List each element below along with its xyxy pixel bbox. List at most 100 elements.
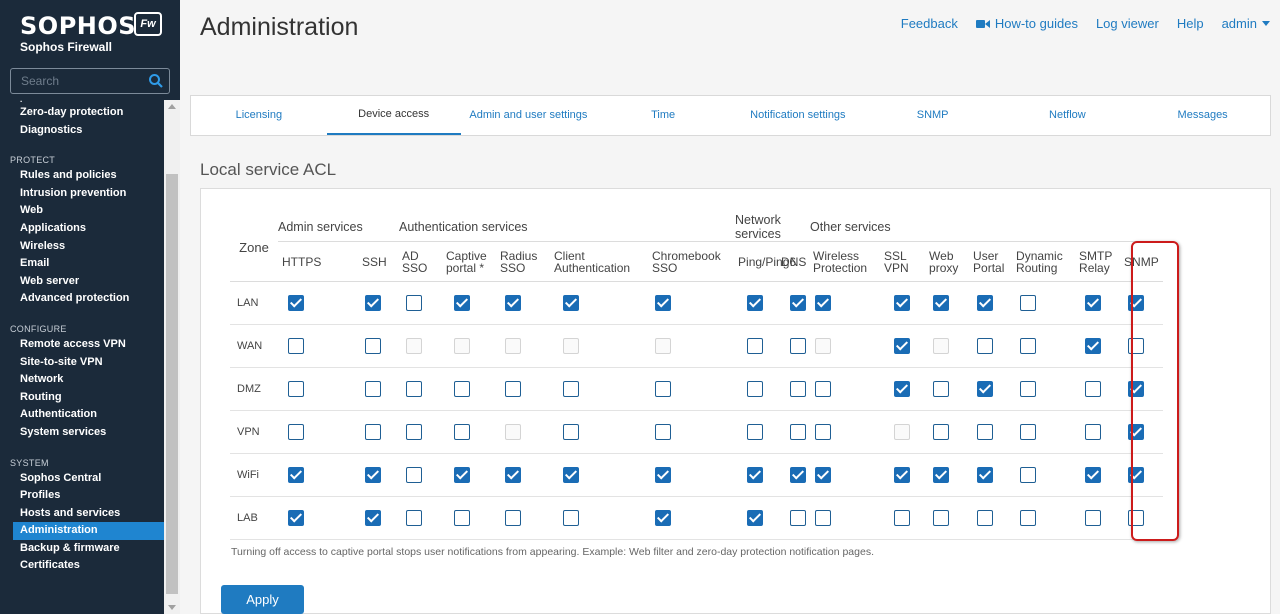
checkbox-wan-https[interactable] [288,338,304,354]
how-to-guides-link[interactable]: How-to guides [975,16,1078,31]
checkbox-lab-wireless-protection[interactable] [815,510,832,526]
checkbox-dmz-radius-sso[interactable] [505,381,521,397]
checkbox-dmz-smtp-relay[interactable] [1085,381,1102,397]
checkbox-vpn-dns[interactable] [790,424,807,440]
checkbox-lan-chromebook-sso[interactable] [655,295,671,311]
checkbox-dmz-dns[interactable] [790,381,807,397]
checkbox-lab-ad-sso[interactable] [406,510,422,526]
checkbox-wan-dns[interactable] [790,338,807,354]
checkbox-dmz-ping-ping6[interactable] [747,381,764,397]
checkbox-vpn-client-authentication[interactable] [563,424,579,440]
checkbox-wan-ping-ping6[interactable] [747,338,764,354]
checkbox-lab-chromebook-sso[interactable] [655,510,671,526]
checkbox-dmz-snmp[interactable] [1128,381,1145,397]
checkbox-lab-snmp[interactable] [1128,510,1145,526]
checkbox-lan-captive-portal[interactable] [454,295,470,311]
checkbox-wan-snmp[interactable] [1128,338,1145,354]
checkbox-lab-ping-ping6[interactable] [747,510,764,526]
checkbox-vpn-dynamic-routing[interactable] [1020,424,1037,440]
checkbox-wifi-dynamic-routing[interactable] [1020,467,1037,483]
checkbox-wan-ssl-vpn[interactable] [894,338,911,354]
checkbox-lab-captive-portal[interactable] [454,510,470,526]
checkbox-lan-user-portal[interactable] [977,295,994,311]
sidebar-item-site-to-site-vpn[interactable]: Site-to-site VPN [0,354,164,372]
checkbox-lan-client-authentication[interactable] [563,295,579,311]
feedback-link[interactable]: Feedback [901,16,958,31]
checkbox-wifi-ssh[interactable] [365,467,381,483]
sidebar-item-wireless[interactable]: Wireless [0,238,164,256]
checkbox-dmz-ssh[interactable] [365,381,381,397]
search-icon[interactable] [148,73,164,89]
checkbox-vpn-web-proxy[interactable] [933,424,950,440]
tab-notification-settings[interactable]: Notification settings [730,96,866,135]
checkbox-dmz-chromebook-sso[interactable] [655,381,671,397]
sidebar-item-routing[interactable]: Routing [0,389,164,407]
checkbox-vpn-wireless-protection[interactable] [815,424,832,440]
checkbox-lab-user-portal[interactable] [977,510,994,526]
checkbox-lan-wireless-protection[interactable] [815,295,832,311]
checkbox-vpn-https[interactable] [288,424,304,440]
sidebar-item-zero-day-protection[interactable]: Zero-day protection [0,104,164,122]
sidebar-scrollbar[interactable] [164,100,180,614]
checkbox-lan-snmp[interactable] [1128,295,1145,311]
sidebar-item-authentication[interactable]: Authentication [0,406,164,424]
checkbox-wifi-client-authentication[interactable] [563,467,579,483]
scroll-down-arrow-icon[interactable] [168,605,176,610]
checkbox-lab-client-authentication[interactable] [563,510,579,526]
checkbox-vpn-snmp[interactable] [1128,424,1145,440]
checkbox-lan-ad-sso[interactable] [406,295,422,311]
sidebar-item-web-server[interactable]: Web server [0,273,164,291]
sidebar-item-network[interactable]: Network [0,371,164,389]
checkbox-lan-https[interactable] [288,295,304,311]
checkbox-vpn-chromebook-sso[interactable] [655,424,671,440]
checkbox-lan-smtp-relay[interactable] [1085,295,1102,311]
sidebar-item-intrusion-prevention[interactable]: Intrusion prevention [0,185,164,203]
checkbox-lan-radius-sso[interactable] [505,295,521,311]
checkbox-dmz-wireless-protection[interactable] [815,381,832,397]
log-viewer-link[interactable]: Log viewer [1096,16,1159,31]
tab-netflow[interactable]: Netflow [1000,96,1136,135]
scroll-up-arrow-icon[interactable] [168,104,176,109]
tab-device-access[interactable]: Device access [326,96,461,135]
checkbox-lan-dynamic-routing[interactable] [1020,295,1037,311]
sidebar-item-email[interactable]: Email [0,255,164,273]
tab-admin-and-user-settings[interactable]: Admin and user settings [461,96,597,135]
checkbox-lab-smtp-relay[interactable] [1085,510,1102,526]
checkbox-lab-web-proxy[interactable] [933,510,950,526]
checkbox-wifi-radius-sso[interactable] [505,467,521,483]
scrollbar-thumb[interactable] [166,174,178,594]
checkbox-lab-ssl-vpn[interactable] [894,510,911,526]
checkbox-vpn-ssh[interactable] [365,424,381,440]
checkbox-lab-dynamic-routing[interactable] [1020,510,1037,526]
checkbox-wan-user-portal[interactable] [977,338,994,354]
search-input[interactable] [11,69,141,93]
sidebar-item-advanced-protection[interactable]: Advanced protection [0,290,164,308]
checkbox-lab-radius-sso[interactable] [505,510,521,526]
checkbox-wifi-snmp[interactable] [1128,467,1145,483]
checkbox-dmz-ad-sso[interactable] [406,381,422,397]
checkbox-wifi-https[interactable] [288,467,304,483]
checkbox-wifi-dns[interactable] [790,467,807,483]
sidebar-item-profiles[interactable]: Profiles [0,487,164,505]
admin-menu[interactable]: admin [1222,16,1270,31]
sidebar-item-rules-and-policies[interactable]: Rules and policies [0,167,164,185]
checkbox-wifi-wireless-protection[interactable] [815,467,832,483]
sidebar-item-applications[interactable]: Applications [0,220,164,238]
checkbox-vpn-ping-ping6[interactable] [747,424,764,440]
checkbox-lan-dns[interactable] [790,295,807,311]
checkbox-wifi-ssl-vpn[interactable] [894,467,911,483]
checkbox-dmz-https[interactable] [288,381,304,397]
checkbox-wan-dynamic-routing[interactable] [1020,338,1037,354]
checkbox-dmz-web-proxy[interactable] [933,381,950,397]
sidebar-item-certificates[interactable]: Certificates [0,557,164,575]
tab-time[interactable]: Time [596,96,730,135]
checkbox-dmz-captive-portal[interactable] [454,381,470,397]
sidebar-item-sophos-central[interactable]: Sophos Central [0,470,164,488]
checkbox-lan-ssh[interactable] [365,295,381,311]
checkbox-wan-ssh[interactable] [365,338,381,354]
tab-snmp[interactable]: SNMP [866,96,1000,135]
checkbox-wifi-smtp-relay[interactable] [1085,467,1102,483]
checkbox-lab-dns[interactable] [790,510,807,526]
checkbox-dmz-ssl-vpn[interactable] [894,381,911,397]
checkbox-wifi-ping-ping6[interactable] [747,467,764,483]
